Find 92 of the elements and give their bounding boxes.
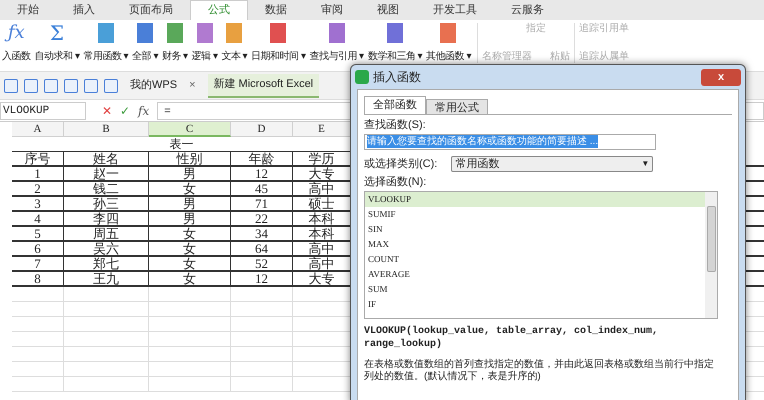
table-cell: 男 — [149, 167, 231, 180]
table-cell: 年龄 — [231, 152, 293, 165]
table-cell: 郑七 — [64, 257, 149, 270]
table-cell: 序号 — [12, 152, 64, 165]
function-signature: VLOOKUP(lookup_value, table_array, col_index_num, range_lookup) — [364, 324, 660, 350]
menu-tab[interactable]: 数据 — [248, 0, 304, 20]
column-header[interactable]: A — [12, 122, 64, 137]
table-cell: 5 — [12, 227, 64, 240]
ribbon-button[interactable]: 财务 ▾ — [160, 23, 190, 63]
category-label: 或选择类别(C): — [364, 156, 438, 172]
cancel-icon[interactable]: ✕ — [102, 102, 112, 120]
table-cell: 女 — [149, 257, 231, 270]
function-list[interactable]: VLOOKUP SUMIF SIN MAX COUNT AVERAGE SUM IF — [364, 190, 718, 318]
table-cell: 姓名 — [64, 152, 149, 165]
ribbon-button[interactable]: 其他函数 ▾ — [424, 23, 473, 63]
menu-tab[interactable]: 开始 — [0, 0, 56, 20]
table-cell: 男 — [149, 212, 231, 225]
menu-tab[interactable]: 页面布局 — [112, 0, 190, 20]
dialog-tab[interactable]: 全部函数 — [364, 96, 426, 114]
ribbon-button[interactable]: ƒx 入函数 — [0, 23, 32, 63]
table-cell: 1 — [12, 167, 64, 180]
function-list-item[interactable]: SUM — [365, 282, 705, 296]
function-list-item[interactable]: SIN — [365, 222, 705, 236]
column-header[interactable]: B — [64, 122, 149, 137]
menu-tab[interactable]: 公式 — [190, 0, 248, 20]
table-cell: 钱二 — [64, 182, 149, 195]
app-logo-icon — [355, 70, 369, 84]
table-cell: 女 — [149, 227, 231, 240]
close-icon[interactable]: × — [189, 77, 196, 94]
ribbon-button[interactable]: Σ 自动求和 ▾ — [32, 23, 82, 63]
ribbon-button[interactable]: 日期和时间 ▾ — [249, 23, 308, 63]
column-header[interactable]: E — [293, 122, 351, 137]
table-cell: 12 — [231, 167, 293, 180]
table-cell: 64 — [231, 242, 293, 255]
column-header[interactable]: D — [231, 122, 293, 137]
table-cell: 女 — [149, 272, 231, 285]
dialog-tab[interactable]: 常用公式 — [426, 99, 488, 114]
ribbon-button[interactable]: 常用函数 ▾ — [81, 23, 130, 63]
search-label: 查找函数(S): — [364, 118, 427, 133]
table-cell: 男 — [149, 197, 231, 210]
name-box[interactable]: VLOOKUP — [0, 102, 86, 120]
function-list-label: 选择函数(N): — [364, 175, 428, 190]
table-cell: 12 — [231, 272, 293, 285]
table-cell: 2 — [12, 182, 64, 195]
enter-icon[interactable]: ✓ — [120, 102, 130, 120]
table-cell: 赵一 — [64, 167, 149, 180]
table-cell: 52 — [231, 257, 293, 270]
menu-tab[interactable]: 视图 — [360, 0, 416, 20]
function-list-item[interactable]: AVERAGE — [365, 266, 705, 282]
dropdown-caret-icon: ▼ — [641, 158, 650, 170]
insert-function-icon[interactable]: fx — [138, 102, 150, 120]
menu-tab[interactable]: 开发工具 — [416, 0, 494, 20]
ribbon-button[interactable]: 查找与引用 ▾ — [307, 23, 366, 63]
table-cell: 6 — [12, 242, 64, 255]
menu-tab[interactable]: 审阅 — [304, 0, 360, 20]
ribbon-button[interactable]: 数学和三角 ▾ — [366, 23, 424, 63]
table-cell: 周五 — [64, 227, 149, 240]
scrollbar[interactable] — [705, 192, 717, 318]
ribbon-button[interactable]: 逻辑 ▾ — [190, 23, 220, 63]
table-cell: 李四 — [64, 212, 149, 225]
category-dropdown[interactable]: 常用函数 ▼ — [451, 156, 654, 172]
function-list-item[interactable]: SUMIF — [365, 206, 705, 222]
table-title: 表一 — [170, 137, 194, 151]
table-cell: 女 — [149, 242, 231, 255]
menu-tab[interactable]: 插入 — [56, 0, 112, 20]
table-cell: 性别 — [149, 152, 231, 165]
table-cell: 孙三 — [64, 197, 149, 210]
menu-tab[interactable]: 云服务 — [494, 0, 561, 20]
ribbon-button[interactable]: 全部 ▾ — [130, 23, 160, 63]
table-cell: 王九 — [64, 272, 149, 285]
column-header[interactable]: C — [149, 122, 231, 137]
dialog-title: 插入函数 — [373, 69, 421, 86]
table-cell: 吴六 — [64, 242, 149, 255]
function-description: 在表格或数值数组的首列查找指定的数值，并由此返回表格或数组当前行中指定列处的数值。(默认情况下，表是升序的) — [364, 358, 715, 382]
table-cell: 7 — [12, 257, 64, 270]
document-tab[interactable]: 我的WPS × — [124, 74, 202, 98]
close-button[interactable]: x — [701, 68, 741, 86]
table-cell: 71 — [231, 197, 293, 210]
function-list-item[interactable]: MAX — [365, 236, 705, 252]
function-list-item[interactable]: VLOOKUP — [365, 192, 705, 206]
table-cell: 45 — [231, 182, 293, 195]
table-cell: 4 — [12, 212, 64, 225]
function-list-item[interactable]: COUNT — [365, 252, 705, 266]
sigma-icon: Σ — [50, 23, 64, 43]
ribbon-button[interactable]: 文本 ▾ — [219, 23, 250, 63]
table-cell: 8 — [12, 272, 64, 285]
table-cell: 22 — [231, 212, 293, 225]
function-list-item[interactable]: IF — [365, 296, 705, 312]
table-cell: 女 — [149, 182, 231, 195]
document-tab[interactable]: 新建 Microsoft Excel — [208, 74, 320, 98]
table-cell: 3 — [12, 197, 64, 210]
table-cell: 34 — [231, 227, 293, 240]
